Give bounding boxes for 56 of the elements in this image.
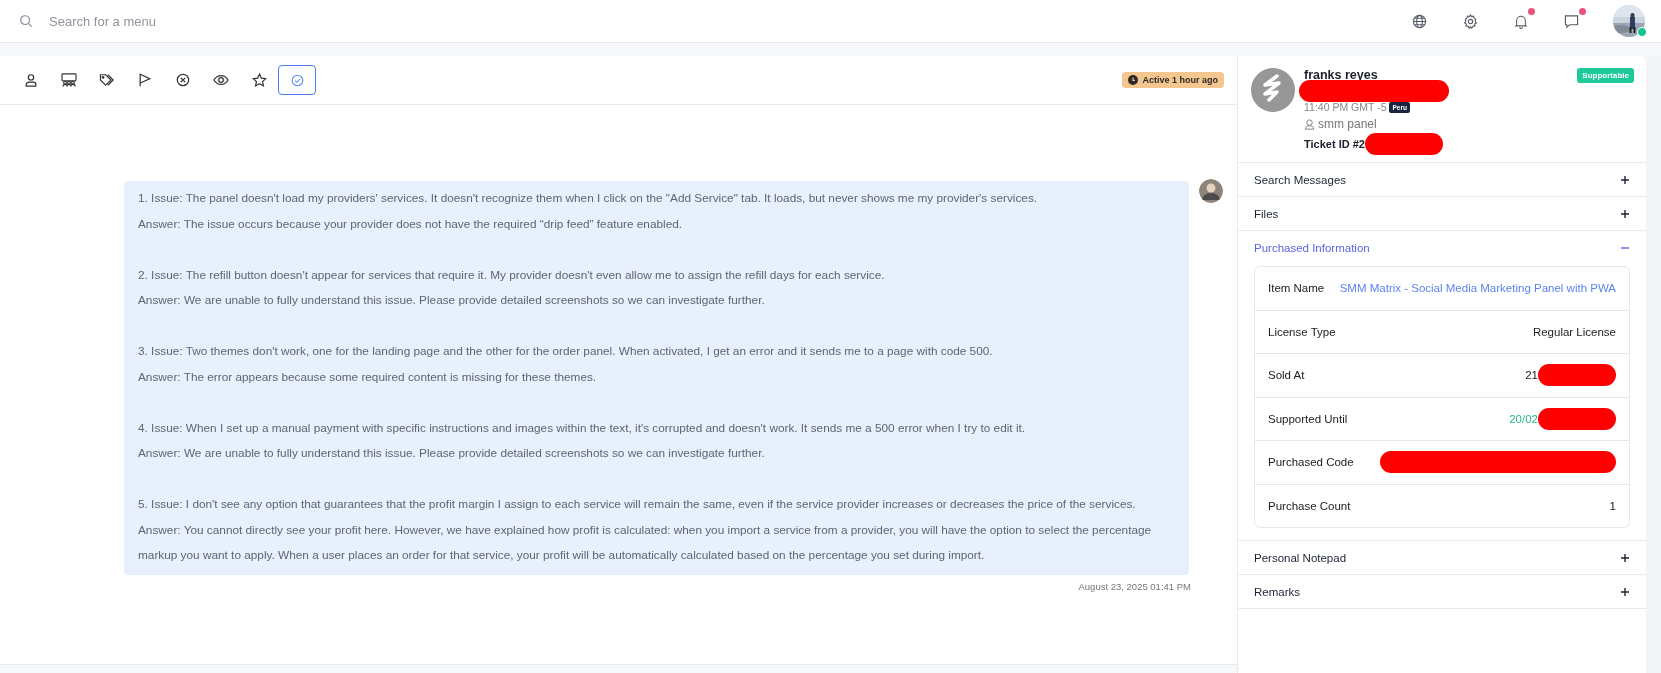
issue-text: 2. Issue: The refill button doesn't appear for services that require it. My provider doesn't even allow me to assign the refill days for each service. bbox=[138, 266, 886, 284]
section-header[interactable]: Remarks bbox=[1238, 575, 1646, 608]
answer-text: Answer: The error appears because some required content is missing for these themes. bbox=[138, 368, 598, 386]
flag-icon bbox=[138, 73, 152, 87]
local-time: 11:40 PM GMT -5 bbox=[1304, 101, 1387, 113]
answer-text: Answer: We are unable to fully understand this issue. Please provide detailed screenshots so we can investigate further. bbox=[138, 292, 766, 309]
person-icon bbox=[24, 73, 38, 87]
expand-icon bbox=[1620, 208, 1630, 219]
issue-text: 1. Issue: The panel doesn't load my providers' services. It doesn't recognize them when I click on the "Add Service" tab. It loads, but never shows me my provider's services. bbox=[138, 190, 1039, 207]
section-header[interactable]: Personal Notepad bbox=[1238, 541, 1646, 574]
eye-icon bbox=[213, 74, 229, 86]
field-label: Sold At bbox=[1268, 369, 1305, 382]
expand-icon bbox=[1620, 552, 1630, 563]
expand-icon bbox=[1620, 174, 1630, 185]
group-name: smm panel bbox=[1318, 117, 1377, 131]
field-label: Supported Until bbox=[1268, 412, 1348, 425]
field-label: Purchase Count bbox=[1268, 499, 1351, 512]
field-value: 21 bbox=[1525, 369, 1538, 382]
tags-icon bbox=[99, 73, 115, 87]
status-text: Active 1 hour ago bbox=[1142, 75, 1218, 85]
search-field[interactable]: Search for a menu bbox=[47, 12, 351, 30]
answer-text: Answer: We are unable to fully understand this issue. Please provide detailed screenshots so we can investigate further. bbox=[138, 445, 766, 462]
chat-icon bbox=[1564, 13, 1579, 29]
answer-text: Answer: You cannot directly see your profit here. However, we have explained how profit is calculated: when you import a service from a provider, you will have the option to select the percentage markup you want to apply. When a user places an order for that service, your profit will be automatically calculated based on the percentage you set during import. bbox=[138, 521, 1153, 564]
issue-text: 3. Issue: Two themes don't work, one for the landing page and the other for the order panel. When activated, I get an error and it sends me to a page with code 500. bbox=[138, 343, 994, 360]
field-label: Item Name bbox=[1268, 282, 1325, 295]
user-icon bbox=[1304, 118, 1315, 130]
issue-text: 5. Issue: I don't see any option that guarantees that the profit margin I assign to each service will remain the same, even if the service provider increases or decreases the price of the services. bbox=[138, 496, 1137, 513]
section-header[interactable]: Search Messages bbox=[1238, 163, 1646, 196]
section-header[interactable]: Purchased Information bbox=[1238, 231, 1646, 264]
status-badge: Supportable bbox=[1577, 68, 1634, 83]
settings-icon bbox=[1463, 13, 1478, 29]
cancel-icon bbox=[176, 73, 190, 87]
bell-icon bbox=[1514, 13, 1528, 29]
ticket-id: Ticket ID #2 bbox=[1304, 138, 1365, 150]
expand-icon bbox=[1620, 586, 1630, 597]
section-header[interactable]: Files bbox=[1238, 197, 1646, 230]
field-value: 1 bbox=[1609, 499, 1616, 512]
squiggle-avatar-icon bbox=[1251, 68, 1295, 112]
check-circle-icon bbox=[290, 73, 304, 87]
customer-name: franks reyes bbox=[1304, 68, 1378, 82]
globe-icon bbox=[1412, 13, 1427, 29]
field-label: Purchased Code bbox=[1268, 456, 1354, 469]
answer-text: Answer: The issue occurs because your provider does not have the required “drip feed” feature enabled. bbox=[138, 215, 684, 233]
issue-text: 4. Issue: When I set up a manual payment with specific instructions and images within the text, it's corrupted and doesn't work. It sends me a 500 error when I try to edit it. bbox=[138, 419, 1027, 437]
field-value: 20/02 bbox=[1509, 412, 1538, 425]
group-icon bbox=[61, 73, 77, 87]
field-value: Regular License bbox=[1532, 325, 1616, 338]
item-link[interactable]: SMM Matrix - Social Media Marketing Panel with PWA bbox=[1339, 282, 1616, 295]
clock-icon bbox=[1128, 75, 1139, 85]
user-avatar[interactable] bbox=[1613, 5, 1645, 37]
field-label: License Type bbox=[1268, 325, 1336, 338]
star-icon bbox=[251, 72, 267, 88]
search-icon bbox=[19, 14, 33, 28]
avatar-icon bbox=[1199, 179, 1223, 203]
message-timestamp: August 23, 2025 01:41 PM bbox=[1077, 580, 1191, 592]
